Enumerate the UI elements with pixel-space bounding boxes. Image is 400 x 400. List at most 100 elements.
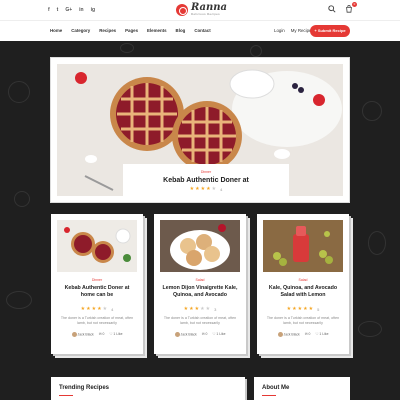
section-underline bbox=[262, 395, 276, 396]
logo-tagline: Delicious Recipes bbox=[191, 12, 220, 16]
nav-item-recipes[interactable]: Recipes bbox=[99, 28, 116, 34]
section-title: About Me bbox=[262, 385, 290, 391]
recipe-meta: Jack Black ✉ 0 ♡ 1 Like bbox=[160, 332, 240, 337]
trending-recipes-section: Trending Recipes bbox=[51, 377, 245, 400]
recipe-card[interactable]: Salad Kale, Quinoa, and Avocado Salad wi… bbox=[257, 214, 349, 354]
author-link[interactable]: Jack Black bbox=[174, 332, 197, 337]
star-icon: ★ bbox=[195, 186, 200, 192]
star-icon: ★ bbox=[194, 306, 200, 312]
nav-item-pages[interactable]: Pages bbox=[125, 28, 138, 34]
avatar bbox=[174, 332, 180, 337]
author-link[interactable]: Jack Black bbox=[71, 332, 94, 337]
background-doodle bbox=[14, 191, 30, 207]
background-doodle bbox=[362, 101, 382, 121]
comments-count[interactable]: ✉ 0 bbox=[202, 332, 208, 337]
recipe-category[interactable]: Salad bbox=[160, 278, 240, 282]
star-icon: ★ bbox=[189, 186, 195, 192]
recipe-card[interactable]: Dinner Kebab Authentic Doner at home can… bbox=[51, 214, 143, 354]
recipe-card-image bbox=[160, 220, 240, 272]
recipe-card[interactable]: Salad Lemon Dijon Vinaigrette Kale, Quin… bbox=[154, 214, 246, 354]
background-doodle bbox=[6, 291, 32, 309]
recipe-card-image bbox=[57, 220, 137, 272]
nav-item-blog[interactable]: Blog bbox=[176, 28, 186, 34]
author-link[interactable]: Jack Black bbox=[277, 332, 300, 337]
star-icon: ★ bbox=[286, 306, 292, 312]
pies-photo-illustration bbox=[57, 220, 137, 272]
linkedin-icon[interactable]: in bbox=[79, 6, 83, 14]
rating-value: 4 bbox=[111, 307, 114, 312]
star-icon: ★ bbox=[102, 306, 108, 312]
comments-count[interactable]: ✉ 0 bbox=[305, 332, 311, 337]
star-rating: ★ ★ ★ ★ ★ 5 bbox=[263, 306, 343, 313]
cart-button[interactable]: 0 bbox=[345, 2, 357, 13]
star-icon: ★ bbox=[200, 186, 206, 192]
recipe-excerpt: The doner is a Turkish creation of meat,… bbox=[266, 316, 340, 325]
recipe-card-image bbox=[263, 220, 343, 272]
nav-item-home[interactable]: Home bbox=[50, 28, 62, 34]
nav-item-category[interactable]: Category bbox=[71, 28, 90, 34]
recipe-category[interactable]: Dinner bbox=[123, 170, 289, 174]
star-icon: ★ bbox=[206, 186, 211, 192]
facebook-icon[interactable]: f bbox=[48, 6, 50, 14]
recipe-category[interactable]: Dinner bbox=[57, 278, 137, 282]
star-icon: ★ bbox=[183, 306, 189, 312]
star-icon: ★ bbox=[211, 186, 217, 192]
featured-recipe[interactable]: Dinner Kebab Authentic Doner at ★ ★ ★ ★ ★ 4 bbox=[51, 58, 349, 202]
author-name: Jack Black bbox=[77, 332, 94, 337]
header-tools: 0 bbox=[328, 2, 357, 13]
author-name: Jack Black bbox=[180, 332, 197, 337]
cookies-photo-illustration bbox=[160, 220, 240, 272]
likes-count[interactable]: ♡ 1 Like bbox=[315, 332, 328, 337]
site-logo[interactable]: Ranna Delicious Recipes bbox=[176, 3, 227, 16]
twitter-icon[interactable]: t bbox=[57, 6, 59, 14]
star-icon: ★ bbox=[292, 306, 297, 312]
account-links: Login My Recipe bbox=[274, 28, 312, 34]
featured-recipe-card: Dinner Kebab Authentic Doner at ★ ★ ★ ★ ★ 4 bbox=[123, 164, 289, 196]
recipe-excerpt: The doner is a Turkish creation of meat,… bbox=[60, 316, 134, 325]
section-title: Trending Recipes bbox=[59, 385, 110, 391]
star-icon: ★ bbox=[297, 306, 303, 312]
rating-value: 5 bbox=[317, 307, 320, 312]
star-icon: ★ bbox=[86, 306, 91, 312]
star-icon: ★ bbox=[303, 306, 308, 312]
recipe-meta: Jack Black ✉ 0 ♡ 1 Like bbox=[263, 332, 343, 337]
featured-recipe-image: Dinner Kebab Authentic Doner at ★ ★ ★ ★ ★ 4 bbox=[57, 64, 343, 196]
about-me-widget: About Me bbox=[254, 377, 350, 400]
comments-count[interactable]: ✉ 0 bbox=[99, 332, 105, 337]
recipe-category[interactable]: Salad bbox=[263, 278, 343, 282]
google-plus-icon[interactable]: G+ bbox=[65, 6, 72, 14]
nav-item-contact[interactable]: Contact bbox=[194, 28, 210, 34]
social-links: f t G+ in ig bbox=[48, 6, 95, 14]
section-underline bbox=[59, 395, 73, 396]
star-icon: ★ bbox=[205, 306, 211, 312]
star-rating: ★ ★ ★ ★ ★ 4 bbox=[123, 186, 289, 193]
recipe-excerpt: The doner is a Turkish creation of meat,… bbox=[163, 316, 237, 325]
rating-value: 3 bbox=[214, 307, 217, 312]
nav-item-elements[interactable]: Elements bbox=[147, 28, 167, 34]
cart-count-badge: 0 bbox=[352, 2, 357, 7]
logo-badge-icon bbox=[176, 3, 188, 16]
star-icon: ★ bbox=[91, 306, 97, 312]
instagram-icon[interactable]: ig bbox=[91, 6, 95, 14]
search-icon[interactable] bbox=[328, 5, 336, 13]
avatar bbox=[277, 332, 283, 337]
recipe-title[interactable]: Kale, Quinoa, and Avocado Salad with Lem… bbox=[263, 285, 343, 306]
recipe-title[interactable]: Lemon Dijon Vinaigrette Kale, Quinoa, an… bbox=[160, 285, 240, 306]
recipe-meta: Jack Black ✉ 0 ♡ 1 Like bbox=[57, 332, 137, 337]
likes-count[interactable]: ♡ 1 Like bbox=[109, 332, 122, 337]
background-doodle bbox=[250, 45, 262, 57]
recipe-title[interactable]: Kebab Authentic Doner at home can be bbox=[57, 285, 137, 306]
likes-count[interactable]: ♡ 1 Like bbox=[212, 332, 225, 337]
nav-menu: Home Category Recipes Pages Elements Blo… bbox=[50, 28, 211, 34]
recipe-title[interactable]: Kebab Authentic Doner at bbox=[123, 177, 289, 184]
submit-recipe-button[interactable]: + Submit Recipe bbox=[310, 25, 350, 37]
star-icon: ★ bbox=[97, 306, 102, 312]
background-doodle bbox=[8, 81, 30, 103]
star-rating: ★ ★ ★ ★ ★ 3 bbox=[160, 306, 240, 313]
login-link[interactable]: Login bbox=[274, 28, 285, 34]
my-recipe-link[interactable]: My Recipe bbox=[291, 28, 312, 34]
background-doodle bbox=[358, 321, 382, 337]
star-icon: ★ bbox=[189, 306, 194, 312]
star-icon: ★ bbox=[200, 306, 205, 312]
avatar bbox=[71, 332, 77, 337]
